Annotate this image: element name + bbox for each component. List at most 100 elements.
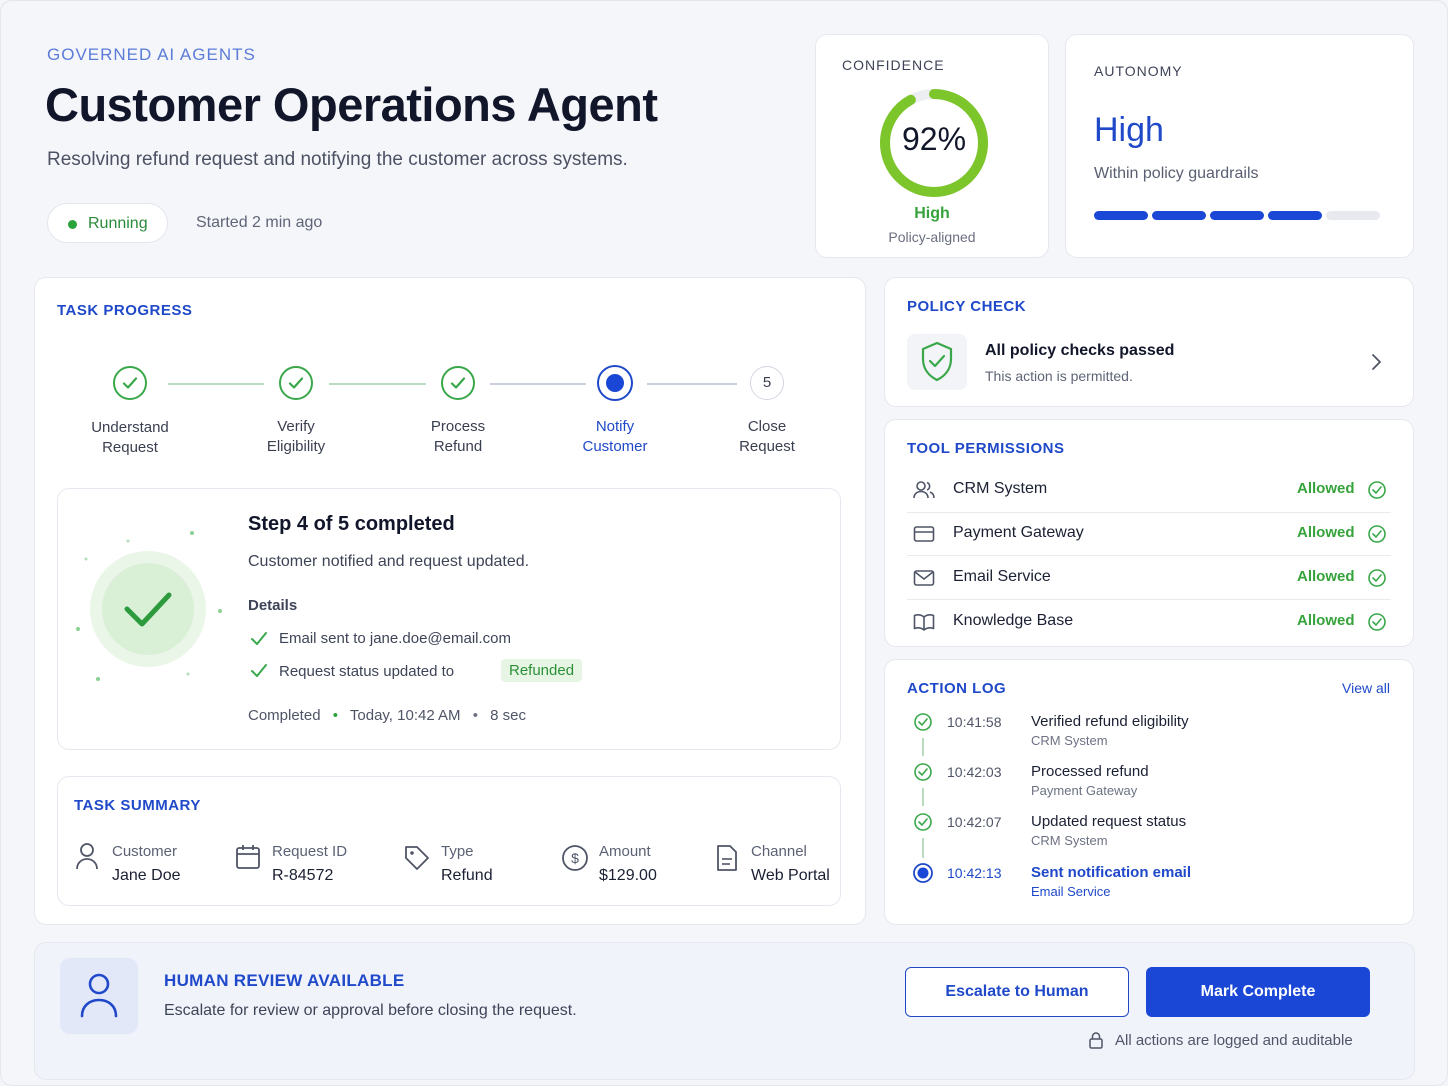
confidence-value: 92% xyxy=(901,121,967,157)
log-system: Email Service xyxy=(1031,884,1111,899)
review-title: HUMAN REVIEW AVAILABLE xyxy=(164,971,405,990)
request-id-value: R-84572 xyxy=(272,867,334,884)
customer-label: Customer xyxy=(112,843,178,860)
check-circle-icon xyxy=(1368,525,1386,543)
tool-row-knowledge[interactable]: Knowledge Base Allowed xyxy=(907,600,1391,644)
dollar-icon: $ xyxy=(562,845,588,871)
amount-value: $129.00 xyxy=(599,867,657,884)
step-detail-desc: Customer notified and request updated. xyxy=(248,553,530,570)
detail-item-email: Email sent to jane.doe@email.com xyxy=(279,630,512,647)
check-circle-icon xyxy=(1368,613,1386,631)
amount-label: Amount xyxy=(599,843,651,860)
task-progress-title: TASK PROGRESS xyxy=(57,302,193,319)
task-summary-card: TASK SUMMARY Customer Jane Doe Request I… xyxy=(57,776,841,906)
tool-name: Email Service xyxy=(953,568,1051,585)
dashboard-frame: GOVERNED AI AGENTS Customer Operations A… xyxy=(0,0,1448,1086)
task-progress-card: TASK PROGRESS Understand Request Verify El… xyxy=(34,277,866,925)
step-connector xyxy=(329,383,426,385)
log-system: CRM System xyxy=(1031,833,1108,848)
tool-status: Allowed xyxy=(1297,480,1355,497)
refunded-badge: Refunded xyxy=(501,659,583,682)
completion-meta: Completed • Today, 10:42 AM • 8 sec xyxy=(248,707,526,724)
page-subtitle: Resolving refund request and notifying t… xyxy=(47,149,628,170)
policy-check-card[interactable]: POLICY CHECK All policy checks passed Th… xyxy=(884,277,1414,407)
autonomy-segment xyxy=(1326,211,1380,220)
step-2-label: Verify Eligibility xyxy=(266,418,326,455)
step-1-check-icon[interactable] xyxy=(113,366,147,400)
status-label: Running xyxy=(88,215,148,232)
step-4-active-icon[interactable] xyxy=(597,365,633,401)
book-open-icon xyxy=(913,614,935,631)
confidence-sub: Policy-aligned xyxy=(888,229,976,245)
started-time: Started 2 min ago xyxy=(196,214,323,231)
timeline-connector xyxy=(922,788,924,806)
chevron-right-icon[interactable] xyxy=(1369,352,1383,372)
check-icon xyxy=(251,664,267,677)
task-summary-title: TASK SUMMARY xyxy=(74,797,201,814)
step-detail-card: Step 4 of 5 completed Customer notified … xyxy=(57,488,841,750)
completed-label: Completed xyxy=(248,707,321,724)
log-title: Sent notification email xyxy=(1031,864,1192,881)
confidence-title: CONFIDENCE xyxy=(842,57,945,73)
autonomy-title: AUTONOMY xyxy=(1094,63,1183,79)
check-circle-icon xyxy=(914,713,932,731)
policy-heading: All policy checks passed xyxy=(985,342,1175,359)
lock-icon xyxy=(1089,1032,1103,1049)
type-value: Refund xyxy=(441,867,493,884)
step-5-number[interactable]: 5 xyxy=(750,366,784,400)
tool-status: Allowed xyxy=(1297,524,1355,541)
check-icon xyxy=(251,632,267,645)
mark-complete-button[interactable]: Mark Complete xyxy=(1146,967,1370,1017)
tool-row-email[interactable]: Email Service Allowed xyxy=(907,556,1391,600)
policy-sub: This action is permitted. xyxy=(985,368,1133,384)
log-time: 10:42:03 xyxy=(947,764,1002,780)
log-time: 10:41:58 xyxy=(947,714,1002,730)
completed-time: Today, 10:42 AM xyxy=(349,707,461,724)
calendar-icon xyxy=(236,845,260,869)
timeline-connector xyxy=(922,738,924,756)
step-3-label: Process Refund xyxy=(430,418,486,455)
success-check-icon xyxy=(76,531,222,681)
autonomy-segment xyxy=(1094,211,1148,220)
autonomy-value: High xyxy=(1094,111,1164,149)
mail-icon xyxy=(913,570,935,586)
check-circle-icon xyxy=(914,813,932,831)
view-all-link[interactable]: View all xyxy=(1342,680,1390,696)
document-icon xyxy=(717,845,737,871)
confidence-level: High xyxy=(914,205,950,222)
review-sub: Escalate for review or approval before c… xyxy=(164,1002,577,1019)
step-2-check-icon[interactable] xyxy=(279,366,313,400)
page-title: Customer Operations Agent xyxy=(45,78,658,131)
channel-value: Web Portal xyxy=(751,867,830,884)
type-label: Type xyxy=(441,843,474,860)
tool-status: Allowed xyxy=(1297,568,1355,585)
shield-check-icon xyxy=(907,334,967,390)
action-log-title: ACTION LOG xyxy=(907,680,1007,697)
users-icon xyxy=(913,481,935,499)
check-circle-icon xyxy=(1368,481,1386,499)
tool-status: Allowed xyxy=(1297,612,1355,629)
escalate-button[interactable]: Escalate to Human xyxy=(905,967,1129,1017)
log-time: 10:42:13 xyxy=(947,865,1002,881)
check-circle-icon xyxy=(914,763,932,781)
tool-name: Knowledge Base xyxy=(953,612,1074,629)
tool-permissions-title: TOOL PERMISSIONS xyxy=(907,440,1065,457)
tool-name: CRM System xyxy=(953,480,1048,497)
step-detail-heading: Step 4 of 5 completed xyxy=(248,513,455,535)
log-system: Payment Gateway xyxy=(1031,783,1138,798)
step-connector xyxy=(490,383,586,385)
reviewer-avatar-icon xyxy=(60,958,138,1034)
step-1-label: Understand Request xyxy=(91,419,169,456)
policy-check-title: POLICY CHECK xyxy=(907,298,1027,315)
tool-row-crm[interactable]: CRM System Allowed xyxy=(907,468,1391,512)
detail-item-status: Request status updated to xyxy=(279,663,455,680)
autonomy-sub: Within policy guardrails xyxy=(1094,165,1259,182)
step-4-label: Notify Customer xyxy=(582,418,648,455)
audit-note: All actions are logged and auditable xyxy=(1115,1032,1353,1049)
log-time: 10:42:07 xyxy=(947,814,1002,830)
tool-row-payment[interactable]: Payment Gateway Allowed xyxy=(907,512,1391,556)
step-connector xyxy=(647,383,737,385)
step-3-check-icon[interactable] xyxy=(441,366,475,400)
tool-name: Payment Gateway xyxy=(953,524,1084,541)
log-title: Processed refund xyxy=(1031,763,1149,780)
